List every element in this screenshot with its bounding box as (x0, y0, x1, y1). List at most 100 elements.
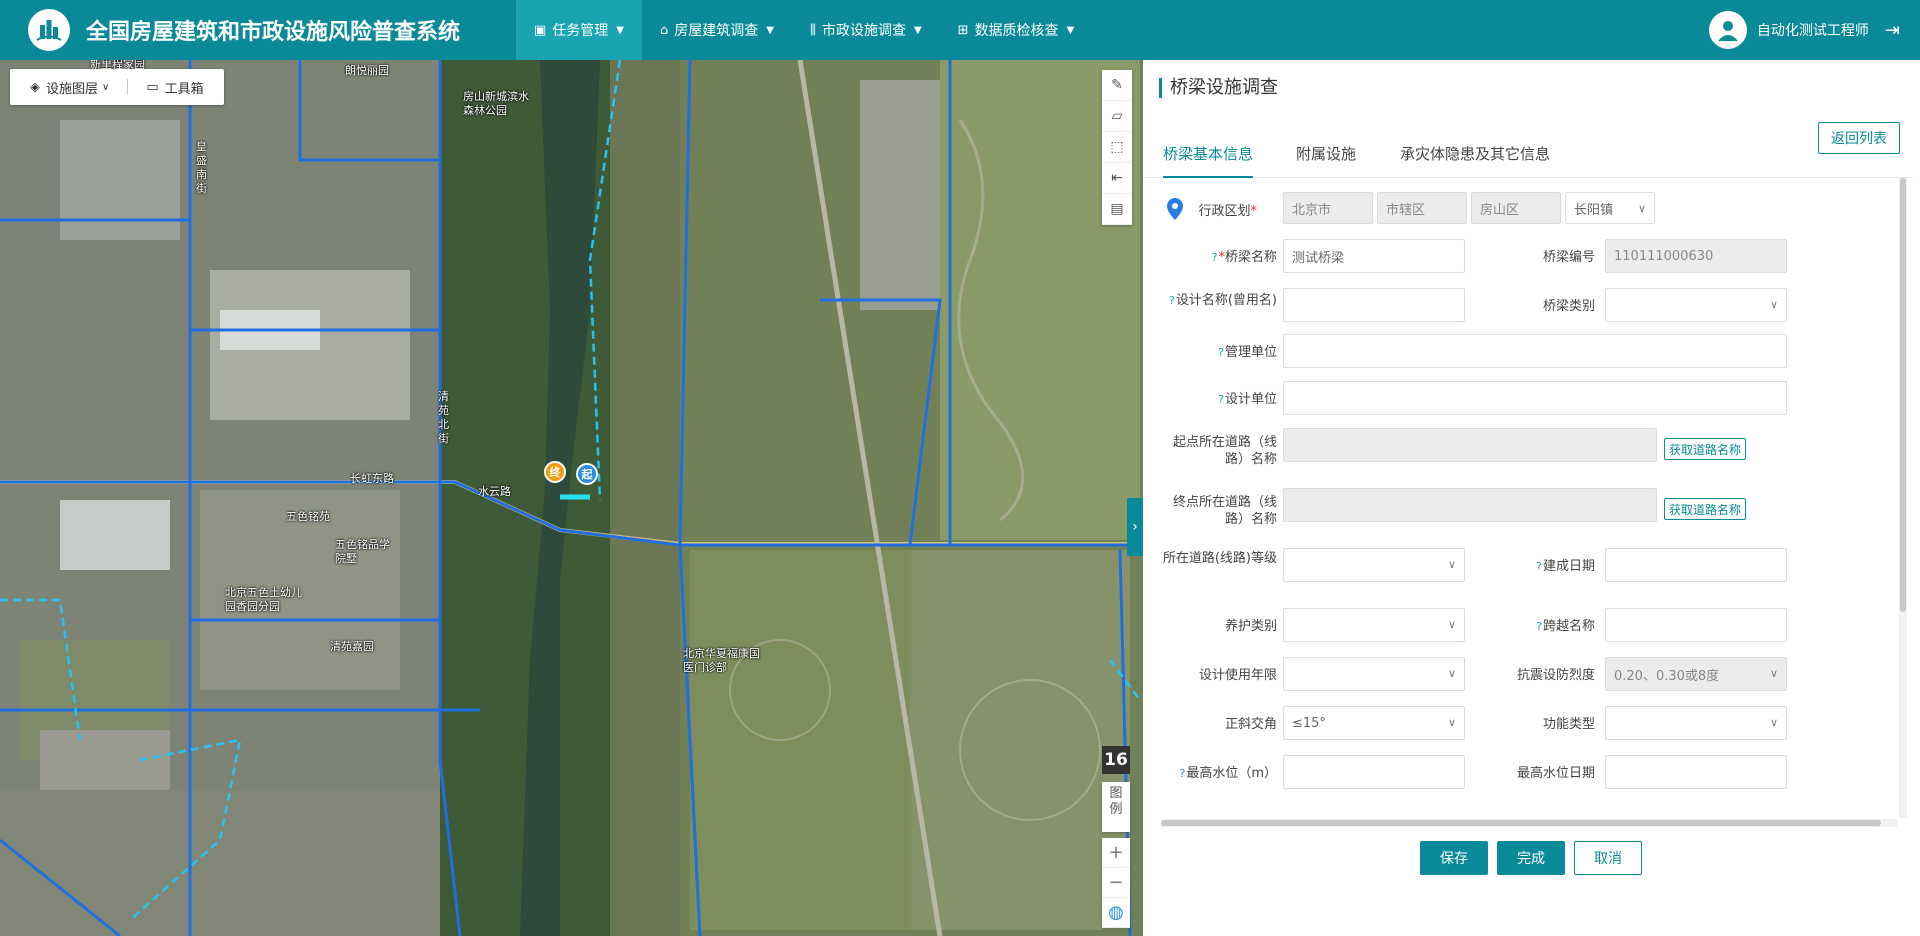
import-icon[interactable]: ⇤ (1102, 163, 1132, 194)
end-road-field[interactable] (1283, 488, 1657, 522)
survey-panel: 桥梁设施调查 返回列表 桥梁基本信息 附属设施 承灾体隐患及其它信息 行政区划*… (1143, 60, 1920, 936)
road-grade-label: 所在道路(线路)等级 (1162, 551, 1277, 566)
avatar[interactable] (1708, 11, 1747, 49)
region-label: 行政区划* (1183, 203, 1257, 220)
scrollbar-thumb[interactable] (1161, 820, 1881, 826)
zoom-level-indicator: 16 (1102, 746, 1130, 774)
bridge-name-input[interactable]: 测试桥梁 (1283, 239, 1465, 273)
maint-type-select[interactable]: ∨ (1283, 608, 1465, 642)
chevron-down-icon: ∨ (1637, 202, 1646, 215)
help-icon[interactable]: ? (1169, 294, 1175, 307)
bridge-name-label: ?*桥梁名称 (1163, 249, 1277, 266)
map-label-huangsheng: 皇盛南街 (196, 140, 207, 195)
nav-house-survey[interactable]: ⌂ 房屋建筑调查 ▼ (642, 0, 792, 60)
build-date-label-text: 建成日期 (1542, 559, 1595, 574)
skew-angle-select[interactable]: ≤15° ∨ (1283, 706, 1465, 740)
zoom-in-icon[interactable]: + (1102, 838, 1130, 868)
main-nav: ▣ 任务管理 ▼ ⌂ 房屋建筑调查 ▼ ⫼ 市政设施调查 ▼ ⊞ 数据质检核查 … (516, 0, 1092, 60)
task-icon: ▣ (534, 22, 547, 38)
nav-municipal-survey[interactable]: ⫼ 市政设施调查 ▼ (792, 0, 940, 60)
region-city-field[interactable]: 市辖区 (1377, 192, 1467, 224)
legend-label: 图例 (1109, 786, 1123, 817)
select-icon[interactable]: ⬚ (1102, 132, 1132, 163)
design-unit-input[interactable] (1283, 381, 1787, 415)
span-name-input[interactable] (1605, 608, 1787, 642)
build-date-input[interactable] (1605, 548, 1787, 582)
tab-ancillary[interactable]: 附属设施 (1296, 140, 1356, 178)
region-town-select[interactable]: 长阳镇 ∨ (1565, 192, 1655, 224)
save-map-icon[interactable]: ▤ (1102, 194, 1132, 225)
nav-task-management[interactable]: ▣ 任务管理 ▼ (516, 0, 642, 60)
toolbox-icon: ▭ (146, 79, 159, 95)
legend-button[interactable]: 图例 (1102, 782, 1130, 832)
mgmt-unit-label-text: 管理单位 (1224, 345, 1277, 360)
tab-basic-info[interactable]: 桥梁基本信息 (1163, 140, 1254, 178)
max-water-date-label: 最高水位日期 (1516, 766, 1595, 781)
bridge-name-label-text: 桥梁名称 (1224, 250, 1277, 265)
bridge-code-field[interactable]: 110111000630 (1605, 239, 1787, 273)
app-logo (28, 9, 70, 51)
toolbox-button[interactable]: ▭ 工具箱 (136, 78, 213, 97)
max-water-input[interactable] (1283, 755, 1465, 789)
mgmt-unit-input[interactable] (1283, 334, 1787, 368)
logout-icon[interactable]: ⇥ (1885, 20, 1900, 41)
chevron-right-icon: › (1132, 519, 1138, 535)
layers-button[interactable]: ◈ 设施图层 ∨ (20, 78, 119, 97)
finish-button[interactable]: 完成 (1497, 841, 1565, 875)
save-button[interactable]: 保存 (1420, 841, 1488, 875)
cancel-button[interactable]: 取消 (1574, 841, 1642, 875)
app-title: 全国房屋建筑和市政设施风险普查系统 (86, 20, 461, 45)
map-label-wuse2: 五色铭品学院墅 (335, 538, 390, 565)
design-unit-label: ?设计单位 (1163, 391, 1277, 408)
max-water-date-input[interactable] (1605, 755, 1787, 789)
tab-hazards[interactable]: 承灾体隐患及其它信息 (1400, 140, 1550, 178)
design-name-input[interactable] (1283, 288, 1465, 322)
map-view[interactable]: 房山新城滨水森林公园 新里程家园 朗悦丽园 皇盛南街 长虹东路 水云路 五色铭苑… (0, 60, 1143, 936)
map-label-wuse1: 五色铭苑 (286, 510, 330, 523)
region-district-field[interactable]: 房山区 (1471, 192, 1561, 224)
form-vertical-scrollbar[interactable] (1899, 178, 1907, 818)
seismic-select[interactable]: 0.20、0.30或8度 ∨ (1605, 657, 1787, 691)
maint-type-label: 养护类别 (1224, 619, 1277, 634)
route-start-marker[interactable]: 起 (576, 463, 598, 485)
get-end-road-button[interactable]: 获取道路名称 (1664, 498, 1747, 520)
design-life-label: 设计使用年限 (1198, 668, 1277, 683)
map-label-school: 北京五色土幼儿园香园分园 (225, 586, 302, 613)
globe-icon[interactable]: ◍ (1102, 898, 1130, 928)
pen-icon[interactable]: ✎ (1102, 70, 1132, 101)
help-icon[interactable]: ? (1536, 620, 1542, 633)
design-unit-label-text: 设计单位 (1224, 392, 1277, 407)
start-road-field[interactable] (1283, 428, 1657, 462)
help-icon[interactable]: ? (1218, 393, 1224, 406)
span-name-label: ?跨越名称 (1483, 618, 1595, 635)
max-water-label-text: 最高水位（m） (1186, 766, 1277, 781)
bridge-type-select[interactable]: ∨ (1605, 288, 1787, 322)
collapse-panel-button[interactable]: › (1127, 498, 1143, 556)
help-icon[interactable]: ? (1179, 767, 1185, 780)
function-type-select[interactable]: ∨ (1605, 706, 1787, 740)
zoom-out-icon[interactable]: − (1102, 868, 1130, 898)
help-icon[interactable]: ? (1218, 346, 1224, 359)
help-icon[interactable]: ? (1536, 560, 1542, 573)
chevron-down-icon: ▼ (1066, 24, 1075, 36)
region-province-field[interactable]: 北京市 (1283, 192, 1373, 224)
nav-quality-check[interactable]: ⊞ 数据质检核查 ▼ (940, 0, 1093, 60)
map-label-shuiyun: 水云路 (478, 485, 511, 498)
polygon-icon[interactable]: ▱ (1102, 101, 1132, 132)
satellite-map (0, 60, 1143, 936)
design-life-select[interactable]: ∨ (1283, 657, 1465, 691)
get-start-road-button[interactable]: 获取道路名称 (1664, 438, 1747, 460)
form-actions: 保存 完成 取消 (1420, 841, 1642, 875)
chevron-down-icon: ∨ (1447, 558, 1456, 571)
design-name-label: ?设计名称(曾用名) (1163, 292, 1277, 309)
span-name-label-text: 跨越名称 (1542, 619, 1595, 634)
form-horizontal-scrollbar[interactable] (1161, 819, 1897, 827)
bridge-form: 行政区划* 北京市 市辖区 房山区 长阳镇 ∨ ?*桥梁名称 测试桥梁 桥梁编号 … (1143, 178, 1913, 818)
user-name[interactable]: 自动化测试工程师 (1757, 20, 1869, 40)
function-type-label: 功能类型 (1542, 717, 1595, 732)
seismic-label: 抗震设防烈度 (1516, 668, 1595, 683)
scrollbar-thumb[interactable] (1900, 178, 1906, 612)
help-icon[interactable]: ? (1212, 251, 1218, 264)
route-end-marker[interactable]: 终 (544, 461, 566, 483)
road-grade-select[interactable]: ∨ (1283, 548, 1465, 582)
